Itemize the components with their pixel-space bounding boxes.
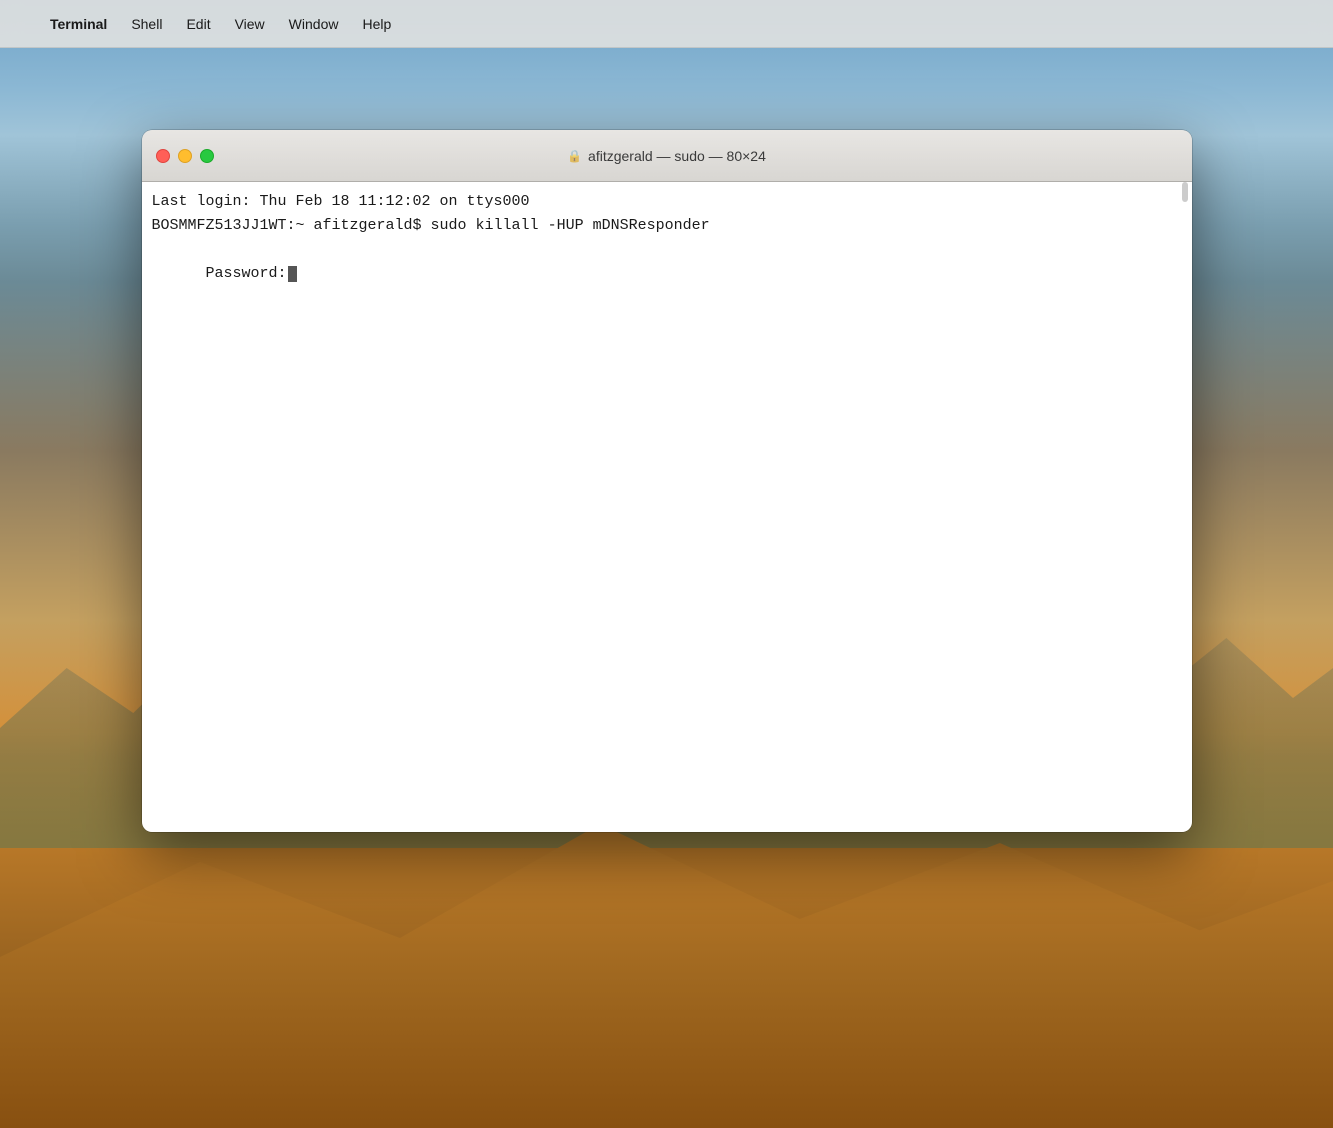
menubar: Terminal Shell Edit View Window Help (0, 0, 1333, 48)
edit-menu[interactable]: Edit (176, 12, 220, 36)
password-prompt: Password: (206, 265, 287, 282)
terminal-cursor (288, 266, 297, 282)
scrollbar[interactable] (1182, 182, 1188, 202)
title-text: afitzgerald — sudo — 80×24 (588, 148, 766, 164)
lock-icon: 🔒 (567, 149, 582, 163)
terminal-line-1: Last login: Thu Feb 18 11:12:02 on ttys0… (152, 190, 1182, 214)
terminal-titlebar: 🔒 afitzgerald — sudo — 80×24 (142, 130, 1192, 182)
close-button[interactable] (156, 149, 170, 163)
window-controls (156, 149, 214, 163)
terminal-window: 🔒 afitzgerald — sudo — 80×24 Last login:… (142, 130, 1192, 832)
help-menu[interactable]: Help (352, 12, 401, 36)
view-menu[interactable]: View (225, 12, 275, 36)
apple-menu[interactable] (16, 20, 36, 28)
window-title: 🔒 afitzgerald — sudo — 80×24 (567, 148, 766, 164)
terminal-menu[interactable]: Terminal (40, 12, 117, 36)
terminal-content[interactable]: Last login: Thu Feb 18 11:12:02 on ttys0… (142, 182, 1192, 832)
shell-menu[interactable]: Shell (121, 12, 172, 36)
minimize-button[interactable] (178, 149, 192, 163)
window-menu[interactable]: Window (279, 12, 349, 36)
terminal-line-3: Password: (152, 238, 1182, 310)
maximize-button[interactable] (200, 149, 214, 163)
terminal-line-2: BOSMMFZ513JJ1WT:~ afitzgerald$ sudo kill… (152, 214, 1182, 238)
